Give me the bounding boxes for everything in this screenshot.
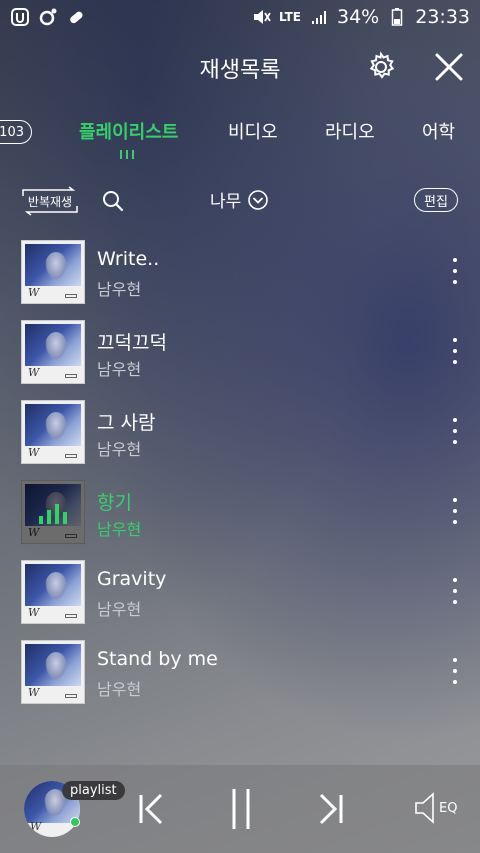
close-icon — [435, 53, 463, 81]
category-tabs: 103 플레이리스트 비디오 라디오 어학 — [0, 108, 480, 158]
list-item[interactable]: W 그 사람 남우현 — [0, 390, 480, 470]
playing-status-dot — [70, 817, 80, 827]
song-title: Gravity — [97, 568, 167, 590]
album-art: W — [21, 560, 85, 624]
network-type: LTE — [278, 10, 301, 24]
song-artist: 남우현 — [97, 440, 142, 459]
status-bar: LTE 34% 23:33 — [0, 0, 480, 34]
list-item[interactable]: W Gravity 남우현 — [0, 550, 480, 630]
pause-button[interactable] — [219, 787, 263, 831]
list-item[interactable]: W Write.. 남우현 — [0, 230, 480, 310]
tab-video[interactable]: 비디오 — [228, 118, 278, 144]
sort-label: 나무 — [210, 192, 242, 212]
more-options-button[interactable] — [445, 578, 465, 604]
song-title: 끄덕끄덕 — [97, 332, 167, 354]
pause-icon — [232, 789, 250, 829]
previous-button[interactable] — [130, 787, 174, 831]
battery-icon — [387, 7, 407, 27]
battery-percent: 34% — [337, 6, 380, 28]
tab-playlist[interactable]: 플레이리스트 — [79, 118, 178, 144]
album-art: W — [21, 320, 85, 384]
next-icon — [319, 793, 343, 825]
song-artist: 남우현 — [97, 680, 142, 699]
song-artist: 남우현 — [97, 360, 142, 379]
repeat-label: 반복재생 — [27, 194, 73, 209]
album-art: W — [21, 400, 85, 464]
album-art: W — [21, 640, 85, 704]
settings-button[interactable] — [364, 50, 398, 84]
gear-icon — [369, 51, 395, 79]
more-options-button[interactable] — [445, 258, 465, 284]
sort-dropdown[interactable]: 나무 — [210, 187, 269, 212]
speaker-icon — [415, 792, 434, 824]
mute-icon — [251, 7, 271, 27]
eq-label: EQ — [439, 800, 458, 816]
playlist-count-badge: 103 — [0, 120, 32, 144]
app-notification-icon — [10, 7, 30, 27]
more-options-button[interactable] — [445, 418, 465, 444]
song-artist: 남우현 — [97, 600, 142, 619]
next-button[interactable] — [308, 787, 352, 831]
chevron-down-icon — [248, 189, 269, 210]
active-tab-indicator — [120, 150, 134, 159]
list-item[interactable]: W Stand by me 남우현 — [0, 630, 480, 710]
song-title: 그 사람 — [97, 412, 156, 434]
album-art: W — [21, 240, 85, 304]
pill-app-icon — [66, 7, 86, 27]
header: 재생목록 — [0, 34, 480, 100]
more-options-button[interactable] — [445, 338, 465, 364]
more-options-button[interactable] — [445, 498, 465, 524]
edit-button[interactable]: 편집 — [414, 188, 458, 212]
search-icon — [103, 191, 124, 212]
music-app-icon — [38, 7, 58, 27]
song-title: Stand by me — [97, 648, 218, 670]
previous-icon — [139, 793, 163, 825]
mini-player: W playlist EQ — [0, 765, 480, 853]
tab-radio[interactable]: 라디오 — [325, 118, 375, 144]
list-item-now-playing[interactable]: W 향기 남우현 — [0, 470, 480, 550]
page-title: 재생목록 — [199, 58, 281, 83]
song-artist: 남우현 — [97, 280, 142, 299]
song-title: 향기 — [97, 492, 132, 514]
song-title: Write.. — [97, 248, 160, 270]
now-playing-equalizer-icon — [21, 480, 85, 544]
equalizer-button[interactable]: EQ — [414, 791, 457, 825]
song-artist: 남우현 — [97, 520, 142, 539]
signal-icon — [309, 7, 329, 27]
search-button[interactable] — [102, 190, 124, 212]
tab-language[interactable]: 어학 — [422, 118, 455, 144]
playlist-badge: playlist — [62, 781, 125, 800]
repeat-button[interactable]: 반복재생 — [21, 186, 79, 216]
close-button[interactable] — [432, 50, 466, 84]
more-options-button[interactable] — [445, 658, 465, 684]
list-toolbar: 반복재생 나무 편집 — [0, 180, 480, 220]
clock: 23:33 — [415, 6, 470, 28]
list-item[interactable]: W 끄덕끄덕 남우현 — [0, 310, 480, 390]
